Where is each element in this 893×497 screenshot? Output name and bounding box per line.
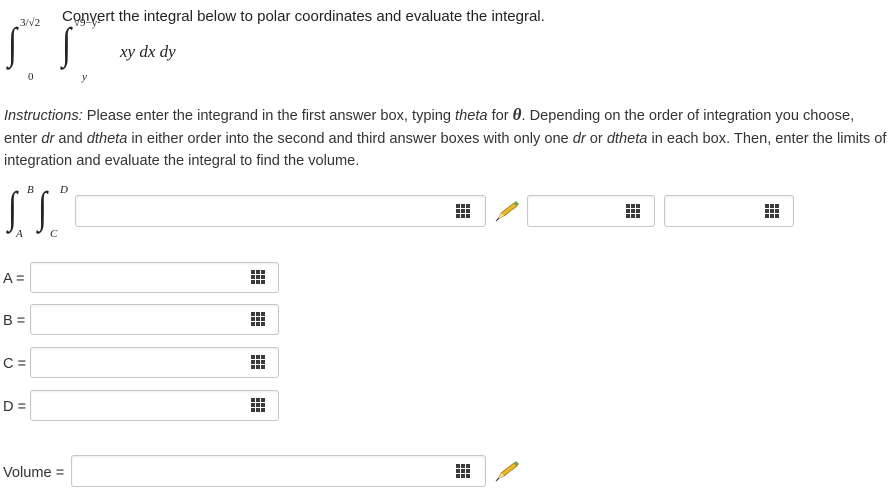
keypad-icon[interactable] (456, 204, 470, 218)
volume-input[interactable] (71, 455, 486, 487)
keypad-icon[interactable] (251, 270, 265, 284)
keypad-icon[interactable] (251, 355, 265, 369)
volume-label: Volume = (3, 465, 65, 481)
keypad-icon[interactable] (251, 312, 265, 326)
integrand-input[interactable] (75, 195, 486, 227)
integrand: xy dx dy (120, 42, 176, 61)
limit-b-input[interactable] (30, 304, 279, 335)
limit-d-input[interactable] (30, 390, 279, 421)
answer-inner-integral-sign: ∫ (38, 183, 48, 232)
limit-a-marker: A (16, 228, 23, 240)
pencil-icon[interactable] (494, 460, 520, 482)
inner-upper-limit: √9−y² (74, 17, 101, 29)
limit-a-input[interactable] (30, 262, 279, 293)
dr-word: dr (41, 130, 55, 147)
limit-c-input[interactable] (30, 347, 279, 378)
theta-word: theta (455, 108, 488, 124)
inner-lower-limit: y (82, 71, 87, 83)
dtheta-word-2: dtheta (606, 130, 648, 147)
keypad-icon[interactable] (626, 204, 640, 218)
keypad-icon[interactable] (765, 204, 779, 218)
dtheta-word: dtheta (86, 130, 128, 147)
limit-d-marker: D (60, 184, 68, 196)
answer-outer-integral-sign: ∫ (8, 183, 18, 232)
instructions-text-5: in either order into the second and thir… (127, 130, 573, 147)
keypad-icon[interactable] (251, 398, 265, 412)
limit-b-label: B = (3, 313, 26, 329)
keypad-icon[interactable] (456, 464, 470, 478)
instructions-lead: Instructions: (4, 108, 83, 124)
outer-upper-limit: 3/√2 (20, 17, 41, 29)
pencil-icon[interactable] (494, 200, 520, 222)
limit-c-marker: C (50, 228, 58, 240)
question-prompt: Convert the integral below to polar coor… (62, 8, 545, 25)
limit-a-label: A = (3, 271, 25, 287)
instructions-text-6: or (585, 130, 607, 147)
instructions-text-4: and (54, 130, 87, 147)
outer-lower-limit: 0 (28, 71, 34, 83)
outer-integral-sign: ∫ (8, 19, 18, 68)
instructions-text-1: Please enter the integrand in the first … (82, 108, 456, 124)
instructions-text-2: for (487, 108, 513, 124)
instructions: Instructions: Please enter the integrand… (4, 104, 890, 173)
limit-c-label: C = (3, 356, 27, 372)
inner-integral-sign: ∫ (62, 19, 72, 68)
limit-d-label: D = (3, 399, 27, 415)
limit-b-marker: B (27, 184, 34, 196)
dr-word-2: dr (572, 130, 586, 147)
